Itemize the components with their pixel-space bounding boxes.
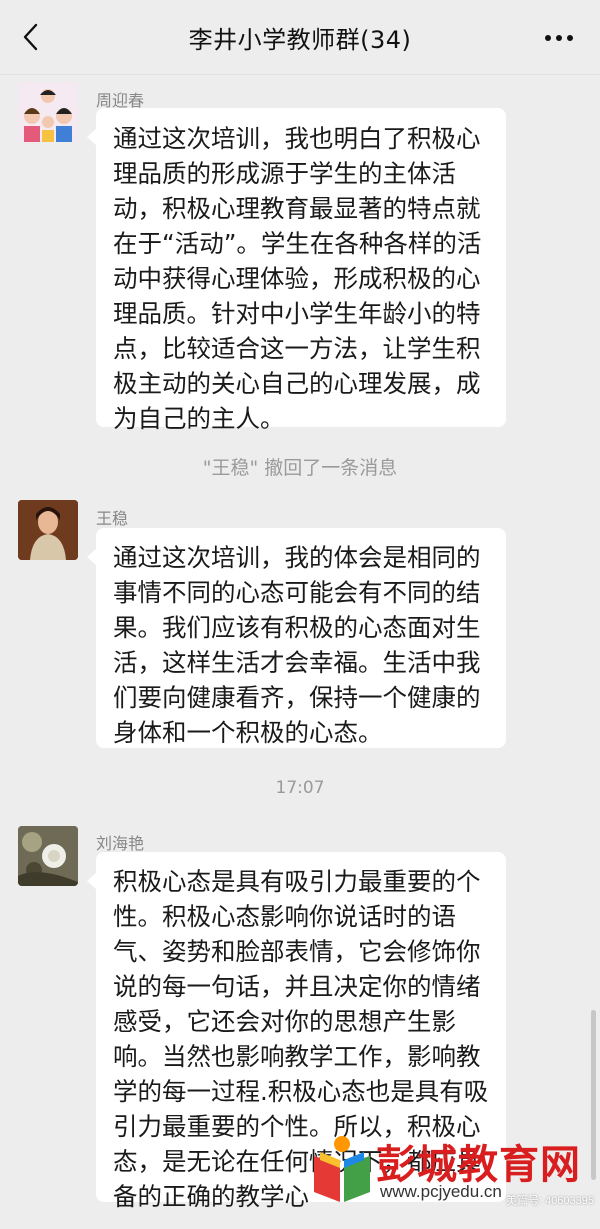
message-line: 理品质的形成源于学生的主体活 [113,159,456,188]
message-line: 果。我们应该有积极的心态面对生 [113,613,481,642]
message-line: 们要向健康看齐，保持一个健康的 [113,683,481,712]
message-line: 感受，它还会对你的思想产生影 [113,1007,456,1036]
message-line: 极主动的关心自己的心理发展，成 [113,369,481,398]
sender-name: 王稳 [96,509,129,528]
sender-name: 刘海艳 [96,834,145,853]
message-line: 点，比较适合这一方法，让学生积 [113,334,481,363]
avatar-cartoon-family[interactable] [18,82,78,142]
message-line: 活，这样生活才会幸福。生活中我 [113,648,481,677]
timestamp: 17:07 [275,778,325,798]
message-line: 为自己的主人。 [113,404,285,433]
more-dots-icon[interactable] [544,34,574,42]
message-line: 在于“活动”。学生在各种各样的活 [113,229,482,258]
message-line: 事情不同的心态可能会有不同的结 [113,578,481,607]
recall-notice: "王稳" 撤回了一条消息 [202,457,398,479]
message-line: 通过这次培训，我也明白了积极心 [113,124,481,153]
message-line: 学的每一过程.积极心态也是具有吸 [113,1077,489,1106]
message-line: 性。积极心态影响你说话时的语 [113,902,456,931]
book-logo-icon [314,1136,370,1202]
message-line: 身体和一个积极的心态。 [113,718,383,747]
avatar-portrait-woman[interactable] [18,500,78,560]
message-line: 气、姿势和脸部表情，它会修饰你 [113,937,481,966]
message-bubble[interactable]: 通过这次培训，我的体会是相同的 事情不同的心态可能会有不同的结 果。我们应该有积… [87,528,506,748]
message-bubble[interactable]: 通过这次培训，我也明白了积极心 理品质的形成源于学生的主体活 动，积极心理教育最… [87,108,506,433]
message-line: 通过这次培训，我的体会是相同的 [113,543,481,572]
message-line: 响。当然也影响教学工作，影响教 [113,1042,481,1071]
message-line: 动，积极心理教育最显著的特点就 [113,194,481,223]
chat-title: 李井小学教师群(34) [188,26,412,54]
message-line: 说的每一句话，并且决定你的情绪 [113,972,481,1001]
watermark-url: www.pcjyedu.cn [380,1182,502,1201]
message-line: 动中获得心理体验，形成积极的心 [113,264,481,293]
top-bar: 李井小学教师群(34) [0,0,600,75]
avatar-flower-photo[interactable] [18,826,78,886]
watermark-id: 美篇号: 40603395 [505,1195,594,1207]
message-line: 积极心态是具有吸引力最重要的个 [113,867,481,896]
message-line: 理品质。针对中小学生年龄小的特 [113,299,481,328]
site-watermark: 彭城教育网 www.pcjyedu.cn 美篇号: 40603395 [310,1130,600,1210]
